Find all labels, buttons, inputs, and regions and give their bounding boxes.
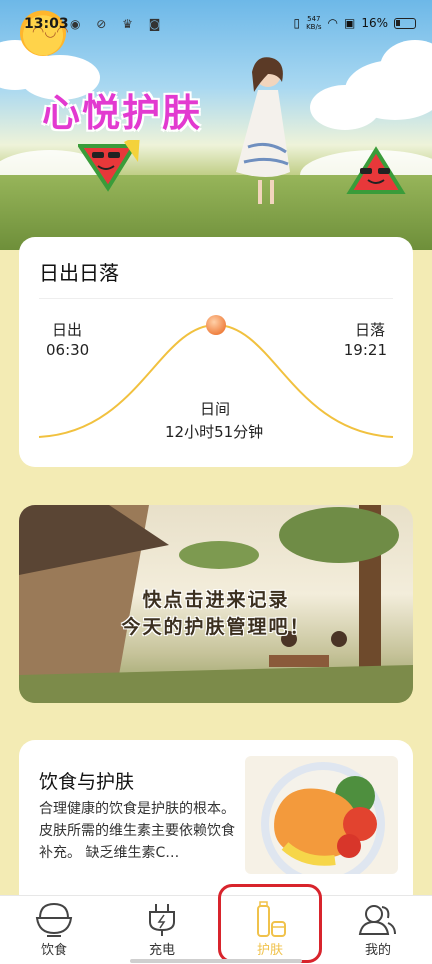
- rice-bowl-icon: [35, 902, 73, 937]
- watermelon-sunglasses-left-illustration: [78, 140, 140, 192]
- battery-icon: [394, 17, 416, 29]
- tab-profile[interactable]: 我的: [324, 896, 432, 964]
- plug-icon: [149, 904, 175, 936]
- omelette-food-image: [245, 756, 398, 874]
- sun-position-dot: [206, 315, 226, 335]
- notification-icons: ◉ ⊘ ♛ ◙: [70, 17, 167, 31]
- daytime-label: 日间: [200, 400, 231, 418]
- profile-icon: [358, 905, 396, 935]
- status-right-icons: ▯ 547 KB/s ◠ ▣ 16%: [293, 15, 416, 31]
- daytime-length: 12小时51分钟: [165, 423, 264, 441]
- vibrate-icon: ▯: [293, 16, 301, 30]
- banner-text-line2: 今天的护肤管理吧！: [121, 616, 311, 638]
- active-tab-highlight: [218, 884, 322, 963]
- sim-icon: ▣: [343, 16, 356, 30]
- tab-diet-label: 饮食: [40, 943, 67, 958]
- diet-skincare-card[interactable]: 饮食与护肤 合理健康的饮食是护肤的根本。皮肤所需的维生素主要依赖饮食补充。 缺乏…: [19, 740, 413, 910]
- sun-card-title: 日出日落: [39, 261, 119, 285]
- bottom-tab-bar: 饮食 充电 护肤 我的: [0, 895, 432, 964]
- wifi-icon: ◠: [327, 16, 338, 30]
- tab-charge[interactable]: 充电: [108, 896, 216, 964]
- banner-text-line1: 快点击进来记录: [142, 589, 290, 611]
- girl-illustration: [236, 57, 290, 204]
- app-title: 心悦护肤: [42, 91, 203, 135]
- home-indicator-bar[interactable]: [130, 959, 302, 963]
- sunrise-sunset-card: 日出日落 日出 06:30 日落 19:21 日间 12小时51分钟: [19, 237, 413, 467]
- battery-percent: 16%: [361, 16, 388, 30]
- status-bar: ◠◡◠ 13:03 ◉ ⊘ ♛ ◙ ▯ 547 KB/s ◠ ▣ 16%: [0, 0, 432, 56]
- net-speed: 547 KB/s: [306, 15, 322, 31]
- tab-diet[interactable]: 饮食: [0, 896, 108, 964]
- diet-card-title: 饮食与护肤: [39, 771, 135, 793]
- watermelon-sunglasses-right-illustration: [346, 146, 406, 194]
- status-time: 13:03: [24, 16, 69, 32]
- tab-profile-label: 我的: [364, 943, 391, 958]
- tab-charge-label: 充电: [148, 943, 175, 958]
- divider: [39, 298, 393, 299]
- diet-card-description: 合理健康的饮食是护肤的根本。皮肤所需的维生素主要依赖饮食补充。 缺乏维生素C…: [39, 801, 235, 861]
